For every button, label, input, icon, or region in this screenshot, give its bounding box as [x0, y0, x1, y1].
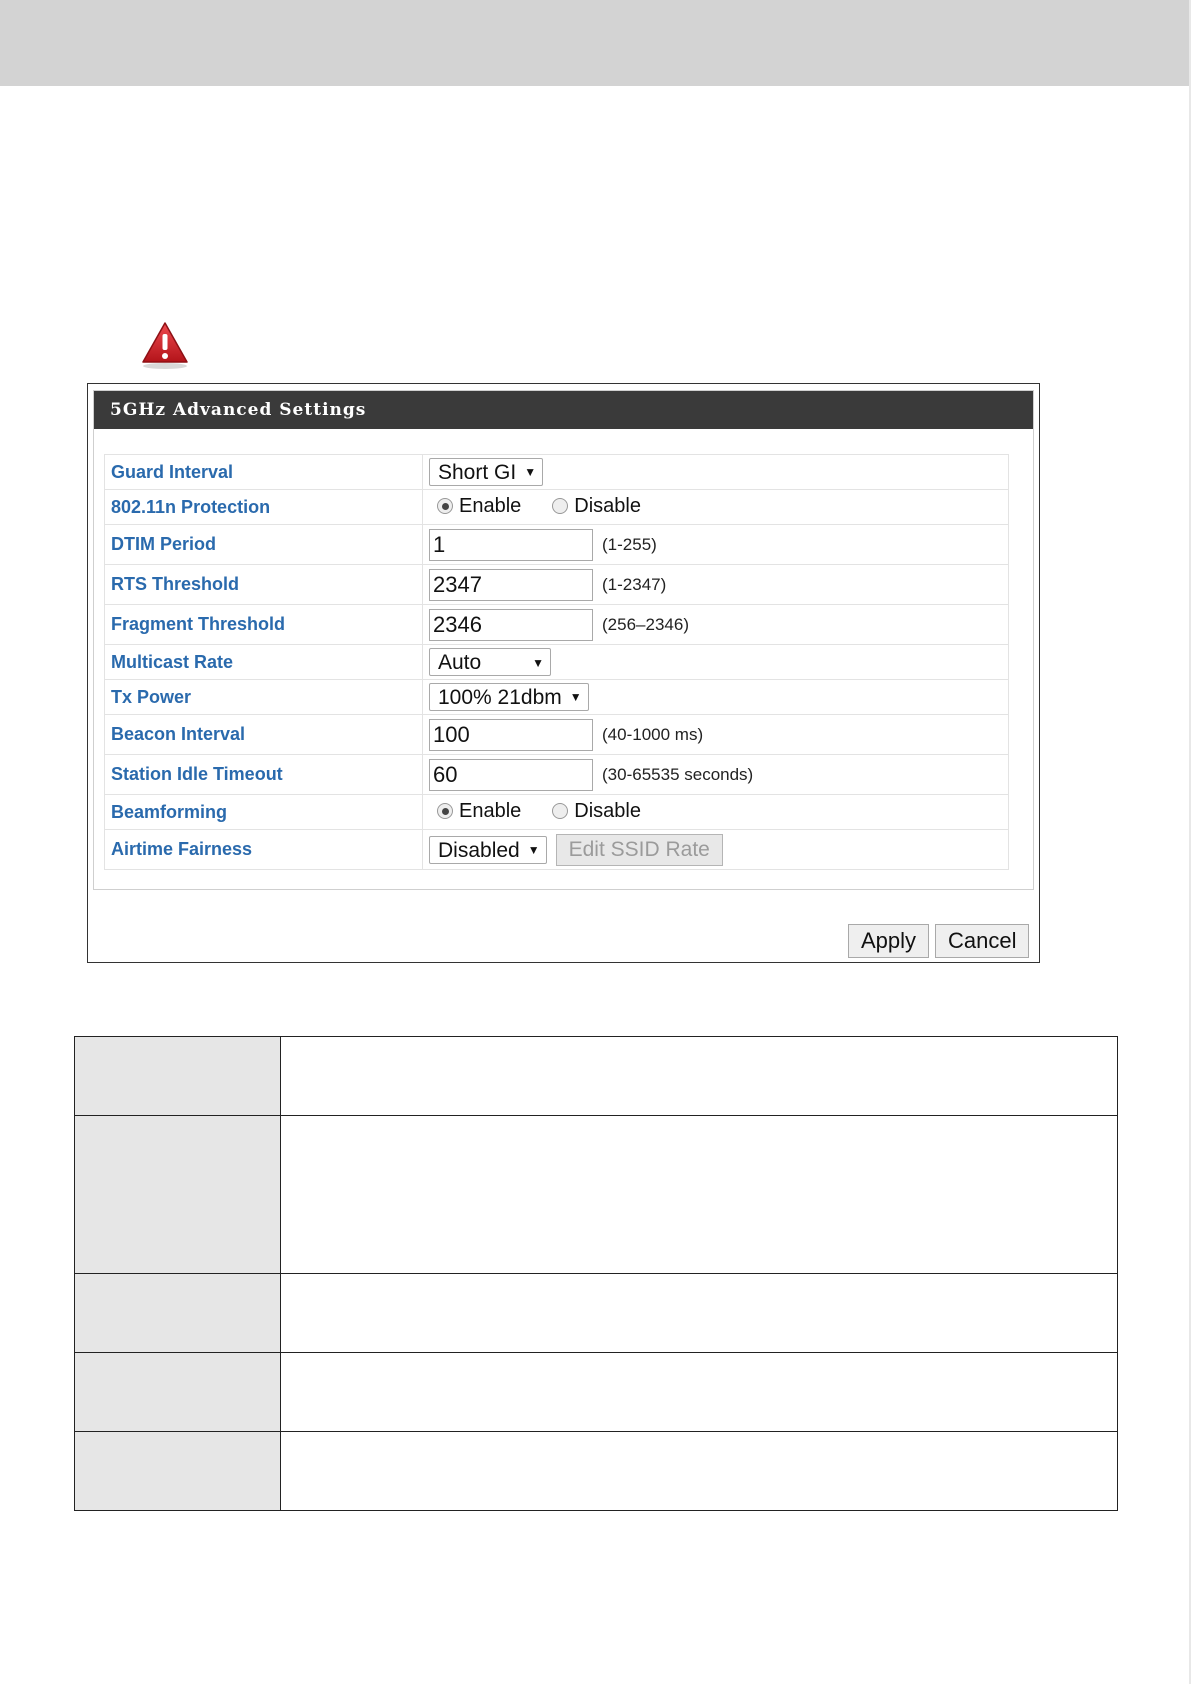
- airtime-fairness-label: Airtime Fairness: [104, 829, 423, 870]
- row-beacon-interval: Beacon Interval 100 (40-1000 ms): [104, 714, 1009, 755]
- panel-title: 5GHz Advanced Settings: [94, 391, 1033, 429]
- multicast-rate-label: Multicast Rate: [104, 644, 423, 680]
- description-row: [74, 1036, 1118, 1116]
- description-value-cell: [280, 1273, 1118, 1353]
- fragment-threshold-range: (256–2346): [602, 614, 689, 634]
- description-value-cell: [280, 1431, 1118, 1511]
- cancel-button[interactable]: Cancel: [935, 924, 1030, 958]
- description-value-cell: [280, 1115, 1118, 1274]
- description-table: [74, 1036, 1118, 1511]
- multicast-rate-select[interactable]: Auto ▼: [429, 648, 551, 676]
- description-row: [74, 1273, 1118, 1353]
- beacon-interval-input[interactable]: 100: [429, 718, 593, 751]
- tx-power-select[interactable]: 100% 21dbm ▼: [429, 683, 589, 711]
- description-key-cell: [74, 1431, 281, 1511]
- row-guard-interval: Guard Interval Short GI ▼: [104, 454, 1009, 490]
- protection-disable-radio[interactable]: Disable: [552, 495, 641, 518]
- warning-triangle-icon: [142, 322, 188, 369]
- beacon-interval-range: (40-1000 ms): [602, 724, 704, 744]
- guard-interval-label: Guard Interval: [104, 454, 423, 490]
- dtim-period-range: (1-255): [602, 534, 657, 554]
- caret-down-icon: ▼: [524, 465, 537, 479]
- rts-threshold-range: (1-2347): [602, 574, 667, 594]
- row-airtime-fairness: Airtime Fairness Disabled ▼ Edit SSID Rat…: [104, 829, 1009, 870]
- row-station-idle-timeout: Station Idle Timeout 60 (30-65535 second…: [104, 754, 1009, 795]
- station-idle-timeout-range: (30-65535 seconds): [602, 764, 754, 784]
- row-fragment-threshold: Fragment Threshold 2346 (256–2346): [104, 604, 1009, 645]
- airtime-fairness-select[interactable]: Disabled ▼: [429, 835, 547, 864]
- tx-power-label: Tx Power: [104, 679, 423, 715]
- row-multicast-rate: Multicast Rate Auto ▼: [104, 644, 1009, 680]
- fragment-threshold-label: Fragment Threshold: [104, 604, 423, 645]
- row-rts-threshold: RTS Threshold 2347 (1-2347): [104, 564, 1009, 605]
- apply-button[interactable]: Apply: [848, 924, 930, 958]
- description-key-cell: [74, 1273, 281, 1353]
- beamforming-enable-radio[interactable]: Enable: [437, 800, 521, 823]
- caret-down-icon: ▼: [527, 842, 540, 857]
- fragment-threshold-input[interactable]: 2346: [429, 608, 593, 641]
- radio-selected-icon: [437, 498, 453, 515]
- protection-enable-radio[interactable]: Enable: [437, 495, 521, 518]
- page-top-band: [0, 0, 1191, 86]
- description-key-cell: [74, 1115, 281, 1274]
- row-dtim-period: DTIM Period 1 (1-255): [104, 524, 1009, 565]
- row-tx-power: Tx Power 100% 21dbm ▼: [104, 679, 1009, 715]
- description-row: [74, 1115, 1118, 1274]
- guard-interval-select[interactable]: Short GI ▼: [429, 458, 544, 486]
- beamforming-label: Beamforming: [104, 794, 423, 830]
- rts-threshold-input[interactable]: 2347: [429, 568, 593, 601]
- row-beamforming: Beamforming Enable Disable: [104, 794, 1009, 830]
- advanced-settings-panel: 5GHz Advanced Settings Guard Interval Sh…: [87, 383, 1040, 963]
- radio-selected-icon: [437, 803, 453, 820]
- radio-unselected-icon: [552, 803, 569, 820]
- description-key-cell: [74, 1036, 281, 1116]
- radio-unselected-icon: [552, 498, 569, 515]
- caret-down-icon: ▼: [532, 656, 544, 670]
- caret-down-icon: ▼: [569, 690, 582, 704]
- description-row: [74, 1352, 1118, 1432]
- beamforming-disable-radio[interactable]: Disable: [552, 800, 641, 823]
- description-key-cell: [74, 1352, 281, 1432]
- beacon-interval-label: Beacon Interval: [104, 714, 423, 755]
- description-value-cell: [280, 1036, 1118, 1116]
- rts-threshold-label: RTS Threshold: [104, 564, 423, 605]
- protection-label: 802.11n Protection: [104, 489, 423, 525]
- edit-ssid-rate-button[interactable]: Edit SSID Rate: [555, 833, 723, 866]
- description-row: [74, 1431, 1118, 1511]
- dtim-period-input[interactable]: 1: [429, 528, 593, 561]
- dtim-period-label: DTIM Period: [104, 524, 423, 565]
- station-idle-timeout-input[interactable]: 60: [429, 758, 593, 791]
- description-value-cell: [280, 1352, 1118, 1432]
- station-idle-timeout-label: Station Idle Timeout: [104, 754, 423, 795]
- row-11n-protection: 802.11n Protection Enable Disable: [104, 489, 1009, 525]
- settings-table: Guard Interval Short GI ▼ 802.11n Protect…: [104, 454, 1009, 870]
